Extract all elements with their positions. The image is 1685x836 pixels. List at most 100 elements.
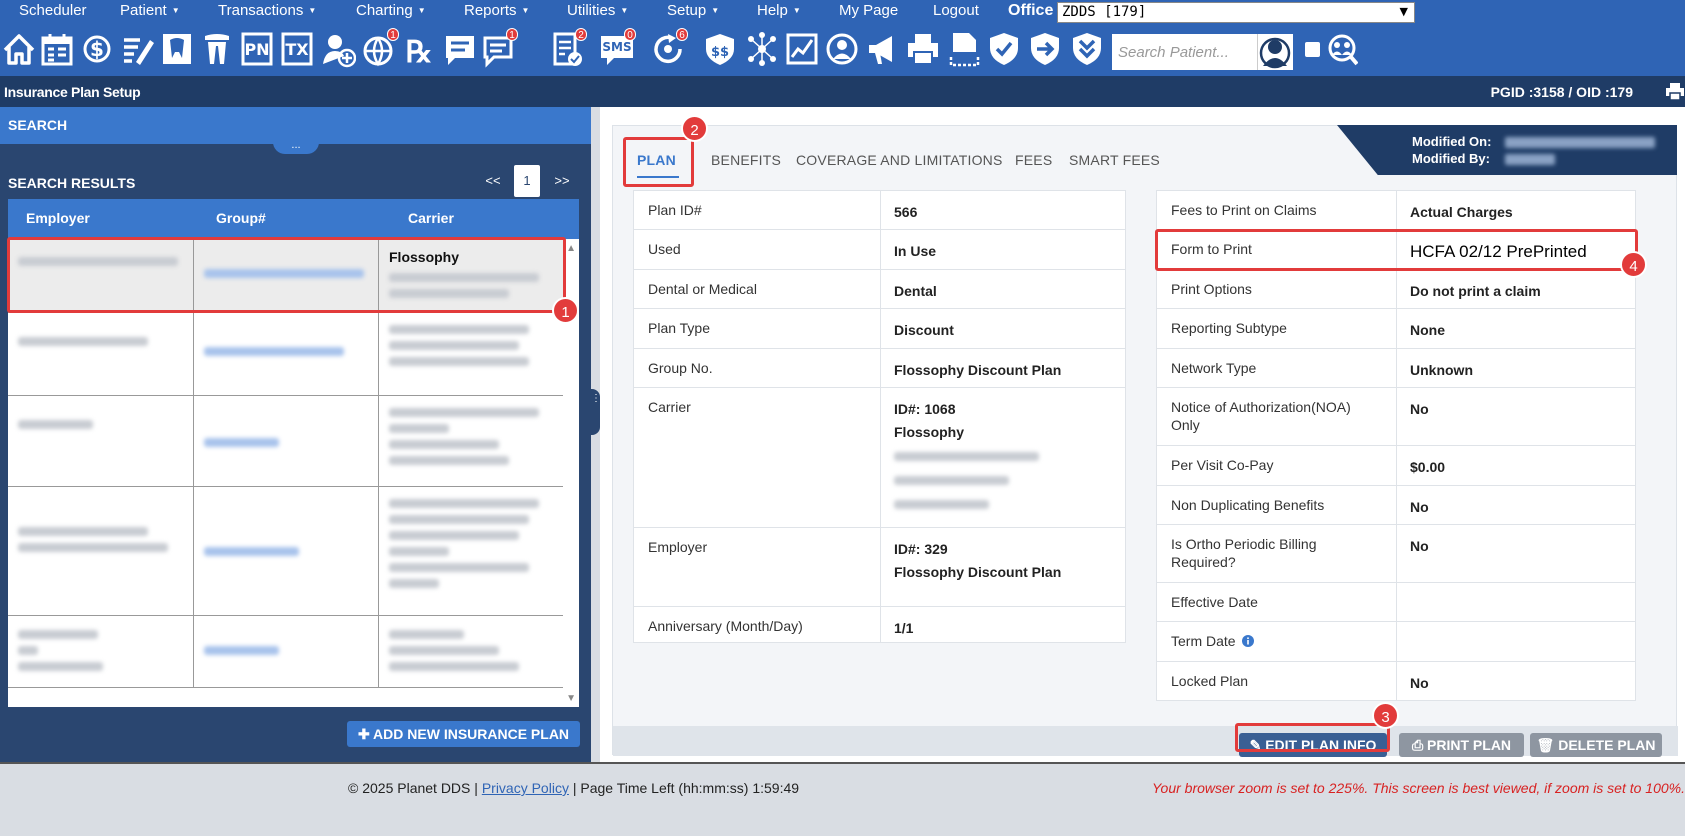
checklist-icon[interactable]: 2 bbox=[551, 28, 587, 68]
plan-id-value: 566 bbox=[894, 204, 918, 220]
employer-row: Employer ID#: 329 Flossophy Discount Plan bbox=[634, 528, 1125, 607]
table-row[interactable] bbox=[8, 396, 563, 487]
collapse-search-handle[interactable]: ... bbox=[273, 140, 319, 154]
insurance-billing-icon[interactable]: $$ bbox=[703, 30, 737, 68]
tab-coverage-and-limitations[interactable]: COVERAGE AND LIMITATIONS bbox=[796, 152, 1003, 168]
claim-settings-table: Fees to Print on Claims Actual Charges F… bbox=[1156, 190, 1636, 701]
tab-plan[interactable]: PLAN bbox=[637, 152, 676, 168]
form-to-print-value[interactable]: HCFA 02/12 PrePrinted bbox=[1410, 240, 1587, 263]
megaphone-icon[interactable] bbox=[865, 30, 899, 68]
table-row[interactable] bbox=[8, 616, 563, 688]
office-label: Office bbox=[1008, 2, 1054, 19]
tooth-chart-icon[interactable] bbox=[160, 30, 194, 68]
menu-patient[interactable]: Patient ▼ bbox=[120, 2, 180, 19]
scroll-up-arrow-icon[interactable]: ▲ bbox=[566, 243, 576, 254]
progress-notes-icon[interactable]: PN bbox=[240, 30, 274, 68]
privacy-policy-link[interactable]: Privacy Policy bbox=[482, 780, 569, 796]
annotation-marker-1: 1 bbox=[552, 297, 579, 324]
tab-fees[interactable]: FEES bbox=[1015, 152, 1052, 168]
scroll-down-arrow-icon[interactable]: ▼ bbox=[566, 693, 576, 704]
modified-by-label: Modified By: bbox=[1412, 151, 1490, 166]
column-carrier[interactable]: Carrier bbox=[408, 210, 454, 226]
menu-transactions[interactable]: Transactions ▼ bbox=[218, 2, 316, 19]
printer-icon[interactable] bbox=[1665, 82, 1685, 102]
menu-logout[interactable]: Logout bbox=[933, 2, 979, 19]
tab-benefits[interactable]: BENEFITS bbox=[711, 152, 781, 168]
office-select[interactable]: ZDDS [179] ▼ bbox=[1057, 2, 1415, 23]
column-group[interactable]: Group# bbox=[216, 210, 266, 226]
form-to-print-row[interactable]: Form to Print HCFA 02/12 PrePrinted bbox=[1157, 230, 1635, 270]
caret-down-icon: ▼ bbox=[521, 6, 530, 15]
sms-badge: 0 bbox=[624, 28, 636, 41]
menu-reports[interactable]: Reports ▼ bbox=[464, 2, 529, 19]
delete-plan-button[interactable]: 🗑 DELETE PLAN bbox=[1530, 733, 1662, 757]
menu-utilities[interactable]: Utilities ▼ bbox=[567, 2, 628, 19]
menu-my-page[interactable]: My Page bbox=[839, 2, 898, 19]
tooth-icon[interactable] bbox=[200, 30, 234, 68]
caret-down-icon: ▼ bbox=[792, 6, 801, 15]
plan-id-row: Plan ID# 566 bbox=[634, 191, 1125, 230]
plus-icon: ✚ bbox=[357, 726, 374, 742]
globe-icon[interactable]: 1 bbox=[363, 28, 399, 68]
recall-icon[interactable]: 6 bbox=[652, 28, 688, 68]
group-search-icon[interactable] bbox=[1324, 30, 1359, 68]
chevron-down-icon: ▼ bbox=[1399, 5, 1408, 18]
analytics-chart-icon[interactable] bbox=[785, 30, 819, 68]
add-patient-icon[interactable] bbox=[322, 30, 357, 68]
treatment-plan-icon[interactable]: TX bbox=[280, 30, 314, 68]
annotation-marker-3: 3 bbox=[1372, 702, 1399, 729]
menu-scheduler[interactable]: Scheduler bbox=[19, 2, 87, 19]
practice-office-ids: PGID :3158 / OID :179 bbox=[1490, 84, 1633, 100]
modified-on-value bbox=[1505, 137, 1655, 148]
print-plan-button[interactable]: ⎙ PRINT PLAN bbox=[1399, 733, 1524, 757]
tab-smart-fees[interactable]: SMART FEES bbox=[1069, 152, 1160, 168]
chat-icon[interactable]: 1 bbox=[482, 28, 518, 68]
copyright-text: © 2025 Planet DDS | Privacy Policy | Pag… bbox=[348, 780, 800, 796]
recall-badge: 6 bbox=[676, 28, 688, 41]
pencil-icon: ✎ bbox=[1249, 737, 1266, 753]
shield-check-icon[interactable] bbox=[987, 30, 1021, 68]
print-options-row: Print Options Do not print a claim bbox=[1157, 270, 1635, 309]
pager-current-page[interactable]: 1 bbox=[514, 165, 540, 197]
message-icon[interactable] bbox=[443, 30, 477, 68]
info-icon[interactable] bbox=[1242, 635, 1255, 647]
trash-icon: 🗑 bbox=[1536, 737, 1559, 753]
table-row[interactable] bbox=[8, 487, 563, 616]
printer-icon[interactable] bbox=[906, 30, 940, 68]
sms-icon[interactable]: SMS 0 bbox=[600, 28, 636, 68]
toolbar-checkbox[interactable] bbox=[1305, 42, 1320, 57]
notes-pen-icon[interactable] bbox=[120, 30, 154, 68]
panel-splitter-handle[interactable]: ⋮ bbox=[591, 389, 601, 435]
shield-arrow-icon[interactable] bbox=[1028, 30, 1062, 68]
network-icon[interactable] bbox=[745, 30, 779, 68]
plan-actions-bar: ✎ EDIT PLAN INFO ⎙ PRINT PLAN 🗑 DELETE P… bbox=[613, 726, 1678, 757]
menu-setup[interactable]: Setup ▼ bbox=[667, 2, 719, 19]
globe-badge: 1 bbox=[387, 28, 399, 41]
caret-down-icon: ▼ bbox=[711, 6, 720, 15]
edit-plan-info-button[interactable]: ✎ EDIT PLAN INFO bbox=[1239, 733, 1387, 757]
noa-only-row: Notice of Authorization(NOA) Only No bbox=[1157, 388, 1635, 446]
document-scan-icon[interactable] bbox=[947, 30, 981, 68]
patient-search-button[interactable] bbox=[1257, 34, 1293, 70]
group-no-row: Group No. Flossophy Discount Plan bbox=[634, 349, 1125, 388]
menu-charting[interactable]: Charting ▼ bbox=[356, 2, 426, 19]
table-row[interactable] bbox=[8, 313, 563, 396]
payment-icon[interactable]: $ bbox=[80, 30, 114, 68]
table-row[interactable]: Flossophy bbox=[8, 239, 563, 313]
non-duplicating-benefits-row: Non Duplicating Benefits No bbox=[1157, 486, 1635, 525]
column-employer[interactable]: Employer bbox=[26, 210, 90, 226]
patient-portal-icon[interactable] bbox=[825, 30, 859, 68]
page-title: Insurance Plan Setup bbox=[4, 84, 141, 100]
chat-badge: 1 bbox=[506, 28, 518, 41]
home-icon[interactable] bbox=[2, 30, 36, 68]
search-patient-input[interactable] bbox=[1112, 34, 1257, 70]
calendar-icon[interactable] bbox=[40, 30, 74, 68]
pager-next-button[interactable]: >> bbox=[545, 165, 579, 197]
annotation-marker-4: 4 bbox=[1620, 251, 1647, 278]
menu-help[interactable]: Help ▼ bbox=[757, 2, 801, 19]
reporting-subtype-row: Reporting Subtype None bbox=[1157, 309, 1635, 349]
pager-prev-button[interactable]: << bbox=[476, 165, 510, 197]
prescription-icon[interactable]: ℞ bbox=[403, 30, 437, 70]
add-new-insurance-plan-button[interactable]: ✚ ADD NEW INSURANCE PLAN bbox=[347, 721, 580, 747]
double-chevron-down-icon[interactable] bbox=[1070, 30, 1104, 68]
